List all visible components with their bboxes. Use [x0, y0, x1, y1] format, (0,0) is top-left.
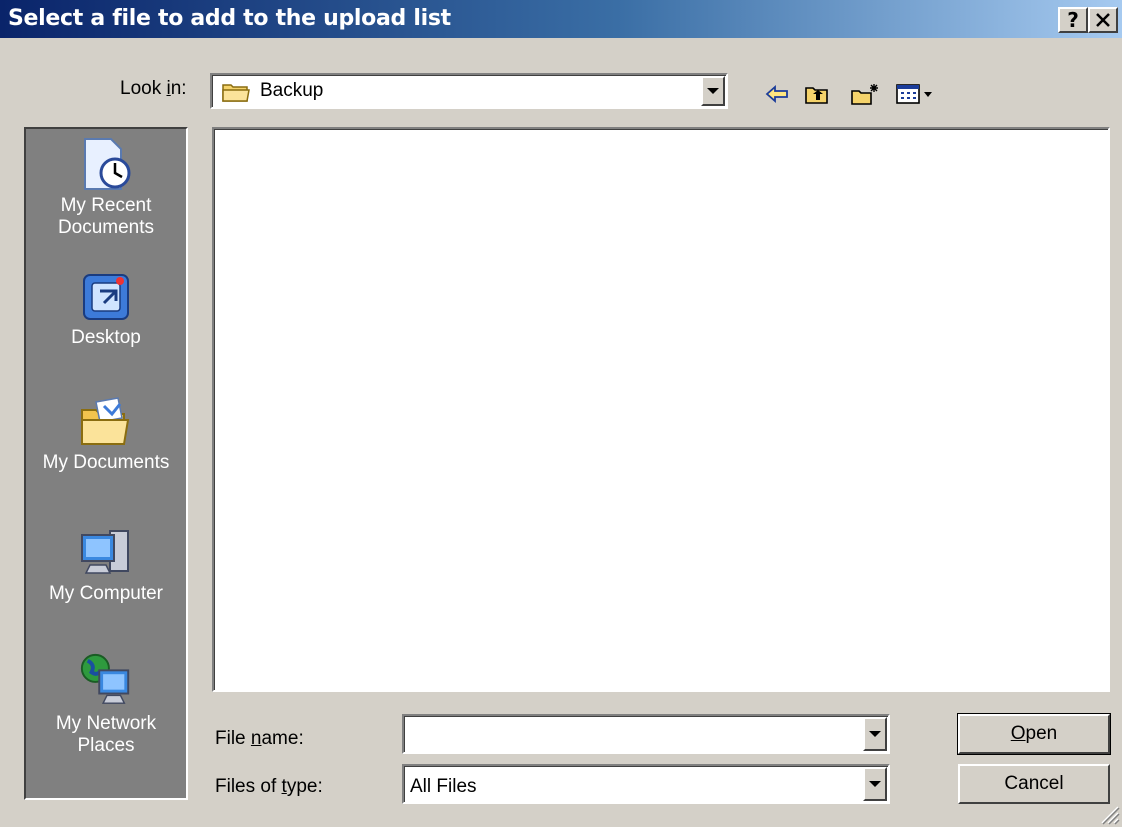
file-name-input[interactable] — [402, 714, 890, 754]
files-of-type-inner — [404, 766, 888, 802]
place-label: My Recent Documents — [57, 195, 155, 238]
file-name-input-inner — [404, 716, 888, 752]
place-my-documents[interactable]: My Documents — [26, 394, 186, 474]
file-name-mnemonic: n — [250, 728, 262, 749]
chevron-down-icon — [869, 781, 881, 787]
place-recent-documents[interactable]: My Recent Documents — [26, 137, 186, 239]
close-button[interactable] — [1088, 7, 1118, 33]
view-menu-button[interactable] — [895, 80, 935, 108]
desktop-icon — [78, 269, 134, 325]
my-computer-icon — [78, 525, 134, 581]
help-button[interactable]: ? — [1058, 7, 1088, 33]
up-one-level-button[interactable] — [802, 80, 832, 108]
open-button[interactable]: Open — [957, 713, 1111, 755]
dialog-title: Select a file to add to the upload list — [8, 6, 451, 31]
files-of-type-mnemonic: t — [281, 776, 287, 797]
place-desktop[interactable]: Desktop — [26, 269, 186, 349]
file-name-label: File name: — [215, 728, 304, 749]
file-name-dropdown-button[interactable] — [863, 717, 887, 751]
open-button-label: pen — [1025, 723, 1058, 744]
files-of-type-dropdown-button[interactable] — [863, 767, 887, 801]
place-my-computer[interactable]: My Computer — [26, 525, 186, 605]
up-one-level-icon — [805, 87, 828, 104]
look-in-label-suffix: n: — [170, 78, 187, 99]
look-in-label-text: Look — [120, 78, 167, 99]
look-in-label: Look in: — [120, 78, 187, 100]
place-label: My Documents — [42, 452, 170, 473]
network-places-icon — [78, 649, 134, 711]
chevron-down-icon — [869, 731, 881, 737]
title-bar[interactable]: Select a file to add to the upload list … — [0, 0, 1122, 38]
file-list-inner — [214, 129, 1108, 690]
cancel-button[interactable]: Cancel — [958, 764, 1110, 804]
back-button[interactable] — [762, 80, 792, 108]
folder-icon — [222, 84, 250, 102]
look-in-value: Backup — [260, 80, 324, 101]
place-label: My Network Places — [55, 713, 157, 756]
open-button-mnemonic: O — [1010, 723, 1026, 744]
places-bar: My Recent Documents Desktop My Documents — [24, 127, 188, 800]
close-icon — [1096, 13, 1110, 27]
place-label: My Computer — [48, 583, 164, 604]
back-arrow-icon — [765, 85, 788, 103]
recent-documents-icon — [78, 137, 134, 193]
file-list-view[interactable] — [212, 127, 1110, 692]
my-documents-icon — [78, 394, 134, 450]
look-in-dropdown-button[interactable] — [701, 76, 725, 106]
create-new-folder-icon — [851, 84, 878, 105]
new-folder-button[interactable] — [850, 80, 880, 108]
resize-grip-icon[interactable] — [1098, 803, 1120, 825]
files-of-type-label: Files of type: — [215, 776, 323, 797]
files-of-type-value: All Files — [410, 776, 477, 797]
files-of-type-select[interactable]: All Files — [402, 764, 890, 804]
chevron-down-icon — [707, 88, 719, 94]
view-menu-icon — [896, 84, 932, 104]
place-network-places[interactable]: My Network Places — [26, 649, 186, 757]
look-in-combo[interactable]: Backup — [210, 73, 728, 109]
place-label: Desktop — [71, 327, 141, 348]
